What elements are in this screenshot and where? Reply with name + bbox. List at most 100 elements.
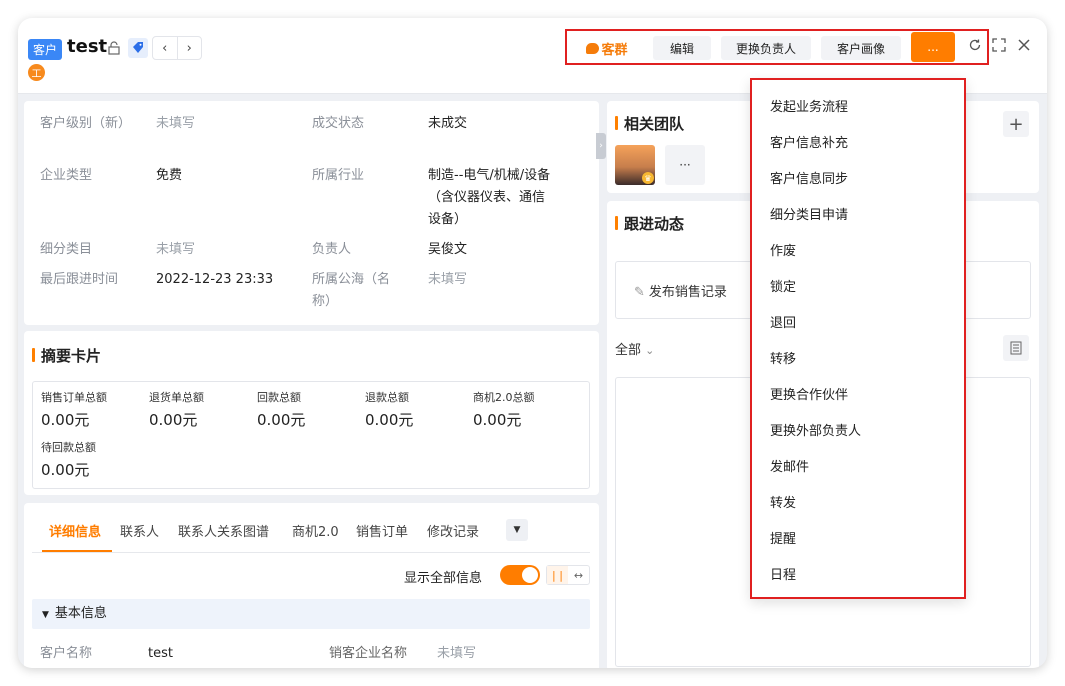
menu-item-send-email[interactable]: 发邮件 <box>770 456 809 475</box>
tab-change-log[interactable]: 修改记录 <box>427 521 479 540</box>
menu-item-return[interactable]: 退回 <box>770 312 796 331</box>
chevron-down-icon: ⌄ <box>645 344 655 357</box>
column-layout-icon[interactable]: | | <box>547 566 568 584</box>
refresh-icon[interactable] <box>968 37 982 56</box>
record-type-badge: 客户 <box>28 39 63 60</box>
fullscreen-icon[interactable] <box>992 37 1006 56</box>
customer-portrait-button[interactable]: 客户画像 <box>821 36 901 60</box>
field-label: 所属行业 <box>312 168 365 183</box>
record-navigation: ‹ › <box>152 36 202 60</box>
field-value: 未成交 <box>428 116 468 131</box>
group-chat-label: 客群 <box>601 42 628 58</box>
summary-value: 0.00元 <box>41 461 90 479</box>
detail-card: 详细信息 联系人 联系人关系图谱 商机2.0 销售订单 修改记录 ▼ 显示全部信… <box>24 503 599 668</box>
close-icon[interactable] <box>1017 37 1031 56</box>
field-label: 客户名称 <box>40 646 93 661</box>
menu-item-change-external-owner[interactable]: 更换外部负责人 <box>770 420 861 439</box>
field-value: 制造--电气/机械/设备（含仪器仪表、通信设备） <box>428 168 551 227</box>
more-actions-menu: 发起业务流程 客户信息补充 客户信息同步 细分类目申请 作废 锁定 退回 转移 … <box>750 78 966 599</box>
summary-label: 退款总额 <box>365 391 409 404</box>
summary-value: 0.00元 <box>365 411 414 429</box>
field-label: 成交状态 <box>312 116 365 131</box>
chat-bubble-icon <box>586 42 600 54</box>
tabs-divider <box>32 552 590 553</box>
expand-width-icon[interactable]: ↔ <box>568 566 589 584</box>
group-chat-button[interactable]: 客群 <box>581 36 633 60</box>
filter-settings-icon[interactable] <box>1003 335 1029 361</box>
team-title: 相关团队 <box>615 113 684 134</box>
summary-item: 回款总额 0.00元 <box>257 390 305 430</box>
field-value: 未填写 <box>156 242 196 257</box>
record-title: test <box>67 36 108 57</box>
collapse-panel-icon[interactable]: › <box>596 133 606 159</box>
edit-icon: ✎ <box>634 285 645 300</box>
show-all-toggle[interactable] <box>500 565 540 585</box>
field-value: 未填写 <box>437 646 477 661</box>
summary-item: 待回款总额 0.00元 <box>41 440 96 480</box>
customer-detail-window: 客户 test ‹ › 工 客群 编辑 更换负责人 客户画像 ... 客户级别（… <box>18 18 1047 668</box>
menu-item-info-supplement[interactable]: 客户信息补充 <box>770 132 848 151</box>
next-record-icon[interactable]: › <box>178 37 202 59</box>
owner-avatar[interactable]: 工 <box>28 64 45 81</box>
field-value: test <box>148 646 173 661</box>
field-label: 所属公海（名称） <box>312 272 391 309</box>
edit-button[interactable]: 编辑 <box>653 36 711 60</box>
field-value: 未填写 <box>428 272 468 287</box>
summary-card: 摘要卡片 销售订单总额 0.00元 退货单总额 0.00元 回款总额 0.00元… <box>24 331 599 495</box>
menu-item-transfer[interactable]: 转移 <box>770 348 796 367</box>
layout-switcher: | | ↔ <box>546 565 590 585</box>
tab-opportunity[interactable]: 商机2.0 <box>292 521 339 540</box>
summary-label: 销售订单总额 <box>41 391 107 404</box>
tab-detail-info[interactable]: 详细信息 <box>49 521 101 540</box>
summary-title: 摘要卡片 <box>32 345 101 366</box>
menu-item-forward[interactable]: 转发 <box>770 492 796 511</box>
publish-record-button[interactable]: ✎ 发布销售记录 <box>634 281 727 300</box>
field-value: 未填写 <box>156 116 196 131</box>
tag-icon[interactable] <box>128 38 148 58</box>
field-value: 免费 <box>156 168 183 183</box>
summary-label: 退货单总额 <box>149 391 204 404</box>
previous-record-icon[interactable]: ‹ <box>153 37 178 59</box>
summary-box: 销售订单总额 0.00元 退货单总额 0.00元 回款总额 0.00元 退款总额… <box>32 381 590 489</box>
menu-item-info-sync[interactable]: 客户信息同步 <box>770 168 848 187</box>
field-value: 2022-12-23 23:33 <box>156 272 274 287</box>
field-value: 吴俊文 <box>428 242 468 257</box>
tab-sales-orders[interactable]: 销售订单 <box>356 521 408 540</box>
summary-item: 销售订单总额 0.00元 <box>41 390 107 430</box>
summary-item: 退货单总额 0.00元 <box>149 390 204 430</box>
menu-item-category-apply[interactable]: 细分类目申请 <box>770 204 848 223</box>
info-card: 客户级别（新） 未填写 成交状态 未成交 企业类型 免费 所属行业 制造--电气… <box>24 101 599 325</box>
member-avatar[interactable]: ♛ <box>615 145 655 185</box>
filter-label: 全部 <box>615 343 642 358</box>
followup-title: 跟进动态 <box>615 213 684 234</box>
basic-info-section[interactable]: ▼ 基本信息 <box>32 599 590 629</box>
menu-item-change-partner[interactable]: 更换合作伙伴 <box>770 384 848 403</box>
field-label: 销客企业名称 <box>329 646 408 661</box>
more-members-button[interactable]: ··· <box>665 145 705 185</box>
summary-value: 0.00元 <box>257 411 306 429</box>
field-label: 负责人 <box>312 242 352 257</box>
more-actions-button[interactable]: ... <box>911 32 955 62</box>
add-member-icon[interactable]: + <box>1003 111 1029 137</box>
show-all-label: 显示全部信息 <box>404 571 483 586</box>
summary-label: 待回款总额 <box>41 441 96 454</box>
tab-contact-graph[interactable]: 联系人关系图谱 <box>178 521 269 540</box>
summary-item: 退款总额 0.00元 <box>365 390 413 430</box>
summary-label: 商机2.0总额 <box>473 391 535 404</box>
menu-item-void[interactable]: 作废 <box>770 240 796 259</box>
summary-label: 回款总额 <box>257 391 301 404</box>
summary-value: 0.00元 <box>473 411 522 429</box>
menu-item-reminder[interactable]: 提醒 <box>770 528 796 547</box>
summary-value: 0.00元 <box>149 411 198 429</box>
lock-icon[interactable] <box>104 38 124 58</box>
filter-dropdown[interactable]: 全部 ⌄ <box>615 339 654 358</box>
summary-item: 商机2.0总额 0.00元 <box>473 390 535 430</box>
menu-item-lock[interactable]: 锁定 <box>770 276 796 295</box>
change-owner-button[interactable]: 更换负责人 <box>721 36 811 60</box>
tabs-dropdown-icon[interactable]: ▼ <box>506 519 528 541</box>
publish-label: 发布销售记录 <box>648 285 727 300</box>
menu-item-start-process[interactable]: 发起业务流程 <box>770 96 848 115</box>
field-label: 客户级别（新） <box>40 116 132 131</box>
menu-item-schedule[interactable]: 日程 <box>770 564 796 583</box>
tab-contacts[interactable]: 联系人 <box>120 521 159 540</box>
